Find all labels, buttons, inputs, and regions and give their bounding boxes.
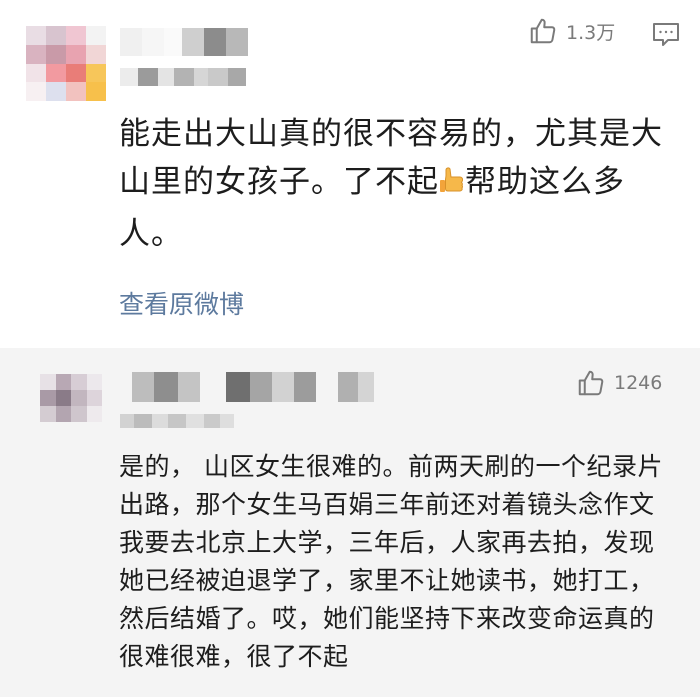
like-count: 1246: [614, 372, 663, 394]
comment-text: 是的， 山区女生很难的。前两天刷的一个纪录片出路，那个女生马百娟三年前还对着镜头…: [119, 452, 663, 671]
username[interactable]: [132, 372, 374, 402]
like-button[interactable]: 1.3万: [528, 16, 615, 46]
thumbs-up-emoji: [439, 162, 465, 210]
view-original-link[interactable]: 查看原微博: [119, 285, 244, 321]
comment-icon[interactable]: [652, 22, 680, 52]
like-count: 1.3万: [566, 21, 616, 44]
timestamp: [120, 414, 234, 428]
like-button[interactable]: 1246: [576, 368, 662, 398]
avatar[interactable]: [40, 374, 102, 422]
timestamp: [120, 68, 246, 86]
comment-text: 能走出大山真的很不容易的，尤其是大山里的女孩子。了不起 帮助这么多人。: [119, 116, 663, 252]
username[interactable]: [120, 28, 248, 56]
reply-card: 1246 是的， 山区女生很难的。前两天刷的一个纪录片出路，那个女生马百娟三年前…: [0, 348, 700, 697]
avatar[interactable]: [26, 26, 106, 101]
thumbs-up-icon: [528, 16, 558, 46]
thumbs-up-icon: [576, 368, 606, 398]
comment-card: 1.3万 能走出大山真的很不容易的，尤其是大山里的女孩子。了不起 帮助这么多人。 …: [0, 0, 700, 348]
